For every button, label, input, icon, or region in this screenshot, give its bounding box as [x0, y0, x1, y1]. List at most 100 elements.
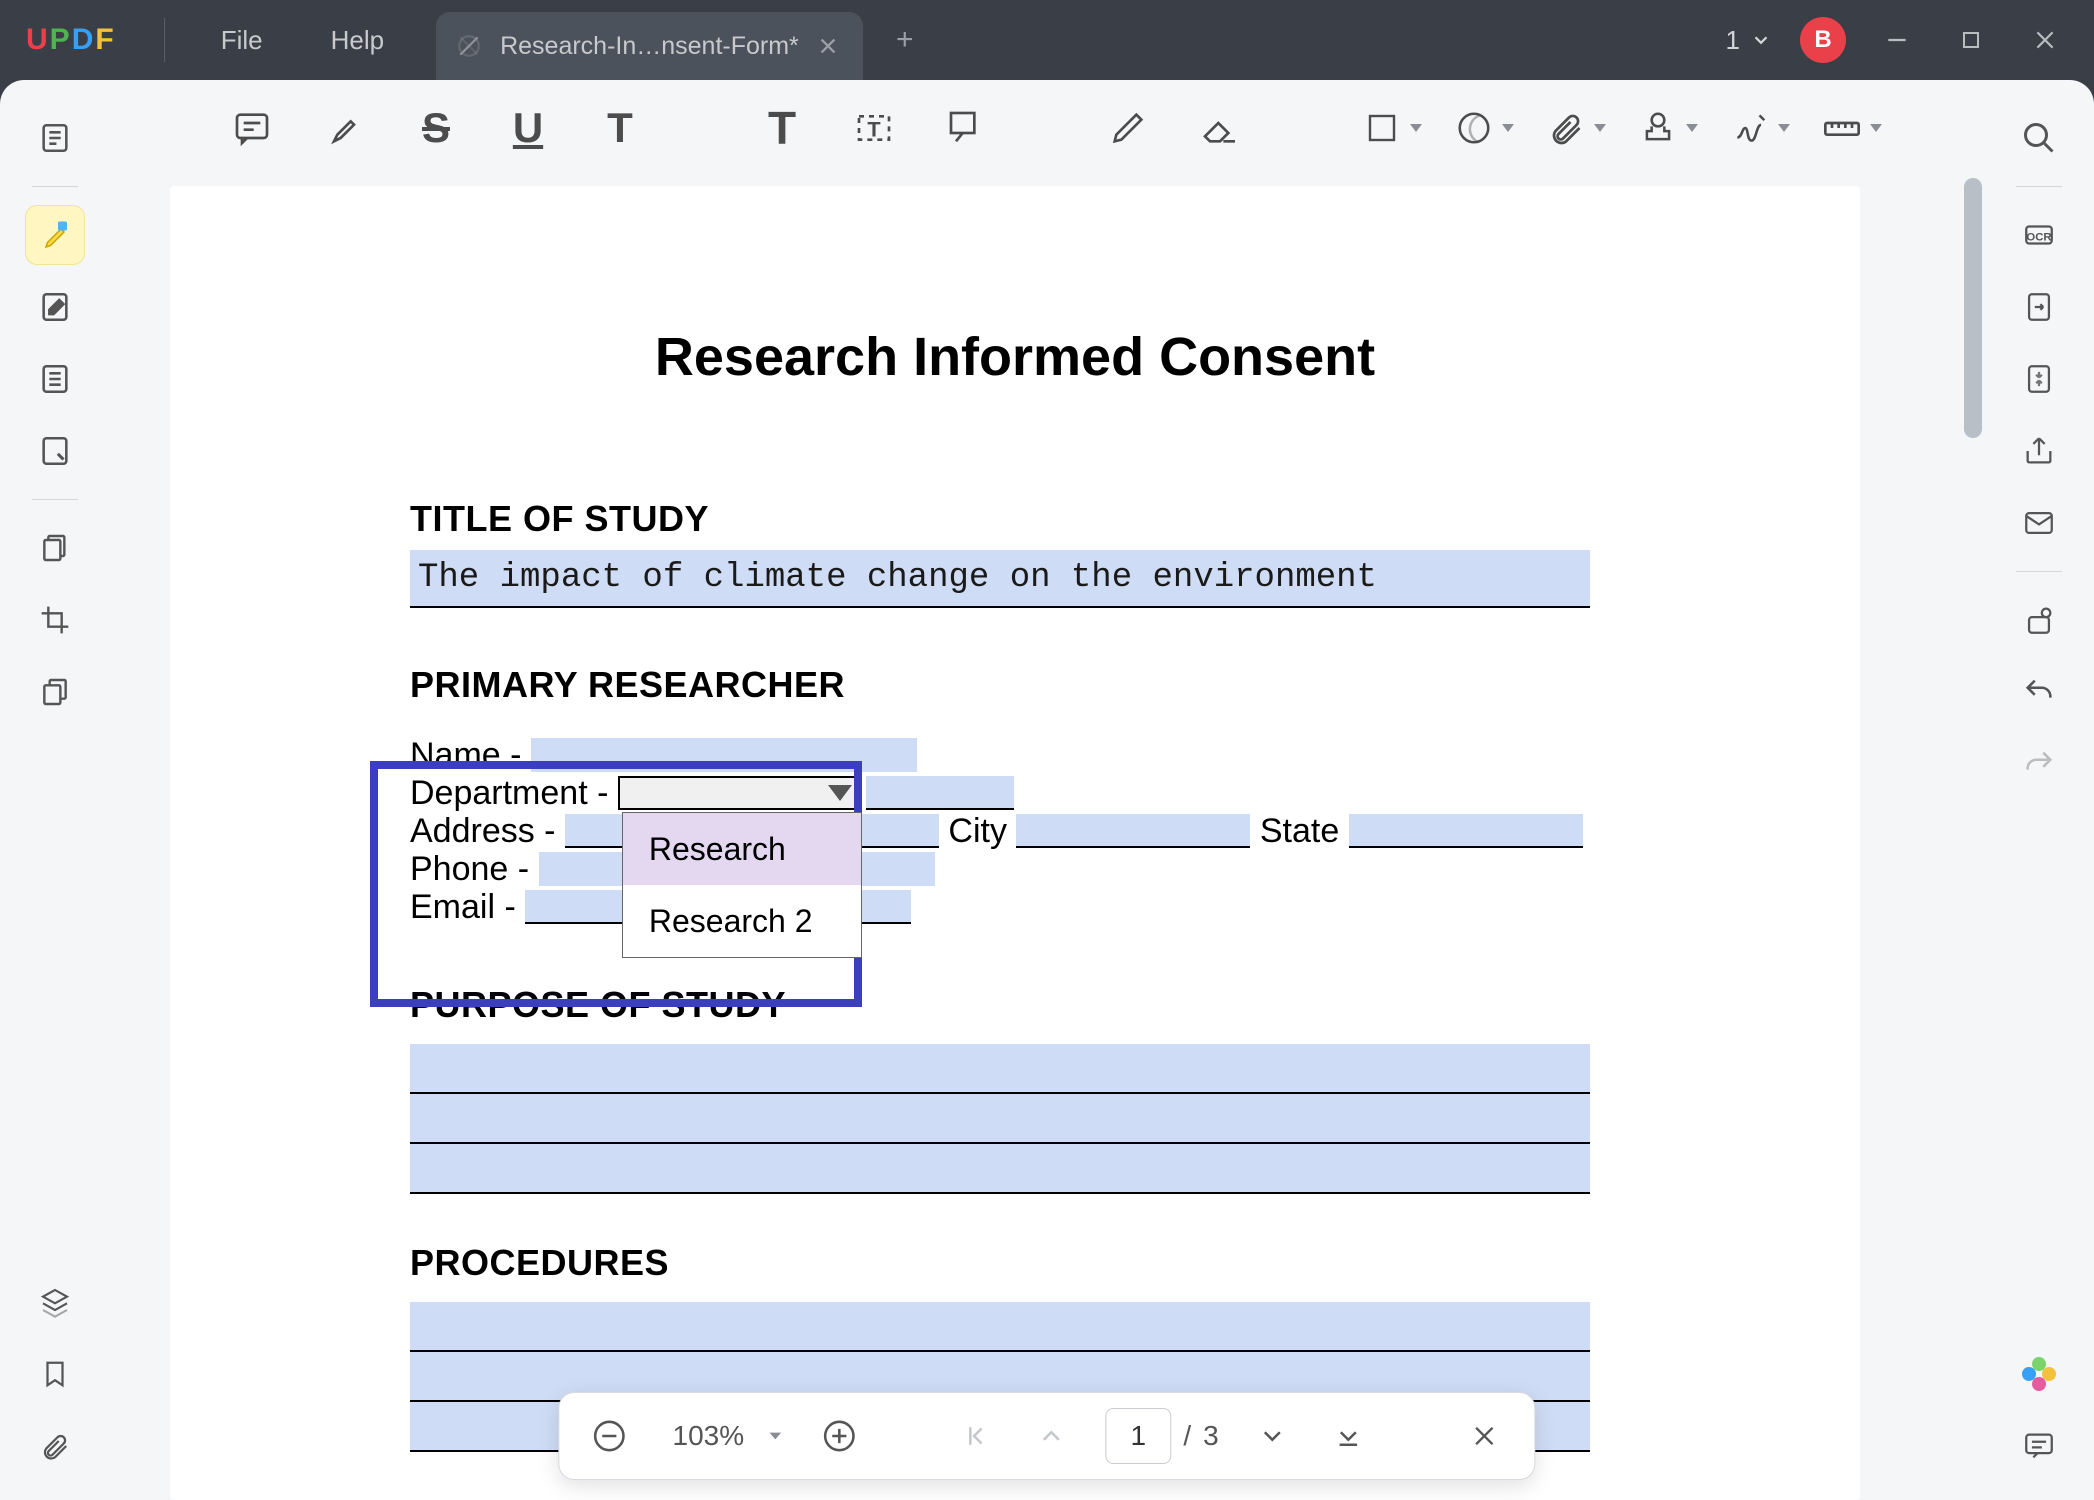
main-column: S U T T T Research Informed Consent TITL…	[110, 80, 1984, 1500]
email-button[interactable]	[2009, 493, 2069, 553]
page-input[interactable]	[1105, 1408, 1171, 1464]
first-page-button[interactable]	[953, 1414, 997, 1458]
window-maximize-button[interactable]	[1948, 17, 1994, 63]
titlebar: UPDF File Help Research-In…nsent-Form* +…	[0, 0, 2094, 80]
highlighter-mode-button[interactable]	[25, 205, 85, 265]
compress-button[interactable]	[2009, 349, 2069, 409]
section-heading-purpose: PURPOSE OF STUDY	[410, 984, 1620, 1026]
attach-tool[interactable]	[1540, 102, 1592, 154]
state-field[interactable]	[1349, 814, 1583, 848]
page-navigator: 103% / 3	[558, 1392, 1535, 1480]
ruler-tool[interactable]	[1816, 102, 1868, 154]
search-button[interactable]	[2009, 108, 2069, 168]
squiggly-tool[interactable]: T	[594, 102, 646, 154]
outline-button[interactable]	[25, 349, 85, 409]
menu-help[interactable]: Help	[297, 25, 418, 56]
strikethrough-tool[interactable]: S	[410, 102, 462, 154]
department-dropdown-list: Research Research 2	[622, 812, 862, 958]
separator	[32, 186, 78, 187]
comments-button[interactable]	[2009, 1416, 2069, 1476]
section-heading-procedures: PROCEDURES	[410, 1242, 1620, 1284]
textbox-tool[interactable]: T	[848, 102, 900, 154]
city-field[interactable]	[1016, 814, 1250, 848]
city-label: City	[939, 814, 1016, 848]
crop-button[interactable]	[25, 590, 85, 650]
page-total: 3	[1203, 1420, 1219, 1452]
separator	[32, 499, 78, 500]
thumbnails-button[interactable]	[25, 108, 85, 168]
user-avatar[interactable]: B	[1800, 17, 1846, 63]
zoom-out-button[interactable]	[587, 1414, 631, 1458]
close-navigator-button[interactable]	[1463, 1414, 1507, 1458]
stamp-tool[interactable]	[1632, 102, 1684, 154]
pages-button[interactable]	[25, 518, 85, 578]
email-label: Email -	[410, 890, 525, 924]
separator	[164, 18, 165, 62]
text-tool[interactable]: T	[756, 102, 808, 154]
document-tab[interactable]: Research-In…nsent-Form*	[436, 12, 863, 80]
close-icon[interactable]	[817, 35, 839, 57]
prev-page-button[interactable]	[1029, 1414, 1073, 1458]
study-title-field[interactable]: The impact of climate change on the envi…	[410, 550, 1590, 608]
dropdown-option[interactable]: Research	[623, 813, 861, 885]
purpose-line[interactable]	[410, 1094, 1590, 1144]
last-page-button[interactable]	[1327, 1414, 1371, 1458]
open-docs-dropdown[interactable]: 1	[1726, 25, 1772, 56]
department-dropdown[interactable]: Research Research 2	[618, 776, 862, 810]
form-mode-button[interactable]	[25, 421, 85, 481]
layers-button[interactable]	[25, 1272, 85, 1332]
address-label: Address -	[410, 814, 565, 848]
convert-button[interactable]	[2009, 277, 2069, 337]
sticker-tool[interactable]	[1448, 102, 1500, 154]
purpose-line[interactable]	[410, 1144, 1590, 1194]
document-viewport[interactable]: Research Informed Consent TITLE OF STUDY…	[110, 170, 1984, 1500]
purpose-line[interactable]	[410, 1044, 1590, 1094]
zoom-in-button[interactable]	[817, 1414, 861, 1458]
vertical-scrollbar[interactable]	[1964, 178, 1982, 438]
new-tab-button[interactable]: +	[885, 20, 925, 60]
window-close-button[interactable]	[2022, 17, 2068, 63]
separator	[2016, 571, 2062, 572]
redo-button[interactable]	[2009, 734, 2069, 794]
department-extra-field[interactable]	[866, 776, 1014, 810]
next-page-button[interactable]	[1251, 1414, 1295, 1458]
menu-file[interactable]: File	[187, 25, 297, 56]
right-toolbar: OCR	[1984, 80, 2094, 1500]
copy-button[interactable]	[25, 662, 85, 722]
callout-tool[interactable]	[940, 102, 992, 154]
edit-text-button[interactable]	[25, 277, 85, 337]
signature-tool[interactable]	[1724, 102, 1776, 154]
highlight-tool[interactable]	[318, 102, 370, 154]
eraser-tool[interactable]	[1194, 102, 1246, 154]
pencil-tool[interactable]	[1102, 102, 1154, 154]
draft-icon	[456, 33, 482, 59]
procedures-line[interactable]	[410, 1302, 1590, 1352]
open-docs-count: 1	[1726, 25, 1740, 56]
name-label: Name -	[410, 738, 531, 772]
undo-button[interactable]	[2009, 662, 2069, 722]
bookmark-button[interactable]	[25, 1344, 85, 1404]
department-label: Department -	[410, 776, 618, 810]
shape-tool[interactable]	[1356, 102, 1408, 154]
app-body: S U T T T Research Informed Consent TITL…	[0, 80, 2094, 1500]
svg-text:OCR: OCR	[2026, 232, 2051, 244]
phone-label: Phone -	[410, 852, 539, 886]
name-field[interactable]	[531, 738, 917, 772]
left-toolbar	[0, 80, 110, 1500]
purpose-field-group	[410, 1044, 1620, 1194]
tab-label: Research-In…nsent-Form*	[500, 32, 799, 61]
section-heading-title: TITLE OF STUDY	[410, 498, 1620, 540]
page-separator: /	[1183, 1420, 1191, 1452]
ai-assistant-button[interactable]	[2009, 1344, 2069, 1404]
zoom-dropdown[interactable]: 103%	[663, 1420, 785, 1452]
window-minimize-button[interactable]	[1874, 17, 1920, 63]
attachment-button[interactable]	[25, 1416, 85, 1476]
share-button[interactable]	[2009, 421, 2069, 481]
underline-tool[interactable]: U	[502, 102, 554, 154]
note-tool[interactable]	[226, 102, 278, 154]
dropdown-option[interactable]: Research 2	[623, 885, 861, 957]
ocr-button[interactable]: OCR	[2009, 205, 2069, 265]
protect-button[interactable]	[2009, 590, 2069, 650]
page-indicator: / 3	[1105, 1408, 1218, 1464]
chevron-down-icon	[1750, 29, 1772, 51]
